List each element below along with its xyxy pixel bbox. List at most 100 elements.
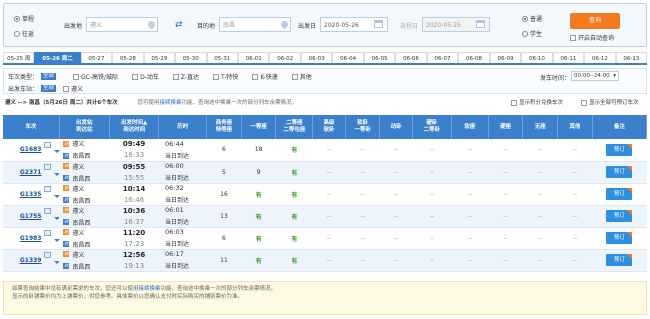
business-seat-cell[interactable]: 13 (206, 205, 242, 228)
query-button[interactable]: 查询 (570, 13, 620, 29)
detail-icon[interactable] (44, 141, 52, 148)
station-option[interactable]: 遵义 (63, 84, 83, 93)
date-tab[interactable]: 06-07 (426, 52, 459, 63)
passenger-student-radio[interactable]: 学生 (522, 29, 542, 38)
date-tab[interactable]: 05-25 周 (3, 52, 35, 63)
business-seat-cell[interactable]: 16 (206, 183, 242, 206)
transfer-link[interactable]: 接续换乘 (160, 100, 182, 106)
date-tab[interactable]: 06-06 (395, 52, 427, 63)
date-tab[interactable]: 05-27 (80, 52, 113, 63)
date-tab[interactable]: 05-29 (143, 52, 176, 63)
column-header[interactable]: 出发时间▲ 到达时间 (109, 115, 160, 139)
train-number-link[interactable]: G1339 (20, 257, 42, 264)
to-station[interactable]: 南昌西 (72, 240, 90, 249)
first-class-cell[interactable]: 有 (241, 183, 276, 206)
depart-time-select[interactable]: 00:00--24:00 ▾ (571, 71, 619, 81)
second-class-cell[interactable]: 有 (275, 205, 313, 228)
second-class-cell[interactable]: 有 (275, 139, 313, 162)
type-option[interactable]: 其他 (291, 72, 312, 81)
calendar-icon[interactable] (476, 20, 485, 28)
to-station[interactable]: 南昌西 (72, 174, 90, 183)
auto-query-checkbox[interactable]: 开启自动查询 (570, 33, 614, 42)
book-button[interactable]: 预订 (606, 210, 633, 222)
date-tab[interactable]: 06-05 (363, 52, 396, 63)
business-seat-cell[interactable]: 11 (206, 249, 242, 272)
detail-icon[interactable] (44, 186, 52, 192)
seat-cell: -- (345, 139, 380, 162)
detail-icon[interactable] (44, 230, 52, 236)
date-tab[interactable]: 06-12 (584, 52, 616, 63)
type-option[interactable]: K-快速 (252, 72, 278, 81)
date-tab[interactable]: 05-30 (175, 52, 207, 63)
radio-dot (14, 15, 20, 22)
business-seat-cell[interactable]: 5 (206, 161, 242, 184)
second-class-cell[interactable]: 有 (275, 227, 313, 250)
date-tab[interactable]: 06-13 (615, 52, 648, 63)
first-class-cell[interactable]: 18 (241, 139, 276, 162)
seat-cell: -- (488, 161, 523, 184)
show-all-checkbox[interactable]: 显示全部可预订车次 (581, 100, 639, 106)
book-button[interactable]: 预订 (606, 166, 633, 178)
show-points-checkbox[interactable]: 显示积分兑换车次 (511, 100, 563, 106)
detail-icon[interactable] (44, 164, 52, 170)
station-all-button[interactable]: 全部 (41, 85, 57, 92)
date-tab[interactable]: 06-08 (458, 52, 490, 63)
date-tab[interactable]: 05-26 周二 (34, 52, 81, 63)
passenger-normal-radio[interactable]: 普通 (522, 14, 542, 23)
trip-roundtrip-radio[interactable]: 往返 (14, 29, 34, 38)
type-option[interactable]: Z-直达 (172, 72, 199, 81)
train-number-link[interactable]: G1335 (20, 191, 42, 198)
to-station[interactable]: 南昌西 (72, 151, 90, 160)
book-button[interactable]: 预订 (606, 254, 633, 266)
train-number-link[interactable]: G1983 (20, 235, 42, 242)
type-option[interactable]: D-动车 (132, 72, 159, 81)
train-number-link[interactable]: G1755 (20, 213, 42, 220)
swap-icon[interactable]: ⇄ (175, 21, 183, 30)
first-class-cell[interactable]: 有 (241, 249, 276, 272)
business-seat-cell[interactable]: 6 (206, 139, 242, 162)
business-seat-cell[interactable]: 6 (206, 227, 242, 250)
date-tab[interactable]: 06-03 (300, 52, 333, 63)
second-class-cell[interactable]: 有 (275, 183, 313, 206)
date-tab[interactable]: 05-31 (206, 52, 238, 63)
type-option[interactable]: GC-高铁/城际 (73, 72, 118, 81)
book-button[interactable]: 预订 (606, 143, 633, 156)
origin-icon: 始 (63, 229, 70, 235)
date-tab[interactable]: 05-28 (112, 52, 144, 63)
from-station[interactable]: 遵义 (72, 228, 84, 237)
notice-line-1: 如果查询结果中没有满足需求的车次，您还可以使用接续换乘功能，查询途中换乘一次的部… (12, 285, 638, 293)
from-station[interactable]: 遵义 (72, 250, 84, 259)
type-option-label: T-特快 (221, 74, 239, 81)
table-row: G1339 始遵义终南昌西 12:56 19:13 06:17 当日到达 11 有有 -- -- -… (3, 249, 647, 272)
to-station[interactable]: 南昌西 (72, 262, 90, 271)
date-tab[interactable]: 06-10 (521, 52, 553, 63)
to-station[interactable]: 南昌西 (72, 196, 90, 205)
date-tab[interactable]: 06-02 (269, 52, 301, 63)
detail-icon[interactable] (44, 208, 52, 214)
from-station[interactable]: 遵义 (72, 139, 84, 148)
station-cell: 始遵义终南昌西 (59, 249, 110, 272)
first-class-cell[interactable]: 有 (241, 227, 276, 250)
book-button[interactable]: 预订 (606, 232, 633, 244)
from-station[interactable]: 遵义 (72, 162, 84, 171)
book-button[interactable]: 预订 (606, 188, 633, 200)
date-tab[interactable]: 06-04 (332, 52, 364, 63)
to-station[interactable]: 南昌西 (72, 218, 90, 227)
first-class-cell[interactable]: 有 (241, 205, 276, 228)
date-tab[interactable]: 06-01 (238, 52, 270, 63)
from-station[interactable]: 遵义 (72, 206, 84, 215)
trip-oneway-radio[interactable]: 单程 (14, 14, 34, 23)
train-number-link[interactable]: G2371 (20, 169, 42, 176)
calendar-icon[interactable] (374, 20, 383, 28)
date-tab[interactable]: 06-09 (489, 52, 522, 63)
type-option[interactable]: T-特快 (213, 72, 238, 81)
from-station[interactable]: 遵义 (72, 184, 84, 193)
train-number-link[interactable]: G1683 (20, 146, 42, 153)
second-class-cell[interactable]: 有 (275, 161, 313, 184)
type-all-button[interactable]: 全部 (41, 73, 57, 80)
transfer-link[interactable]: 接续换乘 (139, 286, 161, 292)
first-class-cell[interactable]: 9 (241, 161, 276, 184)
date-tab[interactable]: 06-11 (552, 52, 585, 63)
detail-icon[interactable] (44, 252, 52, 258)
second-class-cell[interactable]: 有 (275, 249, 313, 272)
